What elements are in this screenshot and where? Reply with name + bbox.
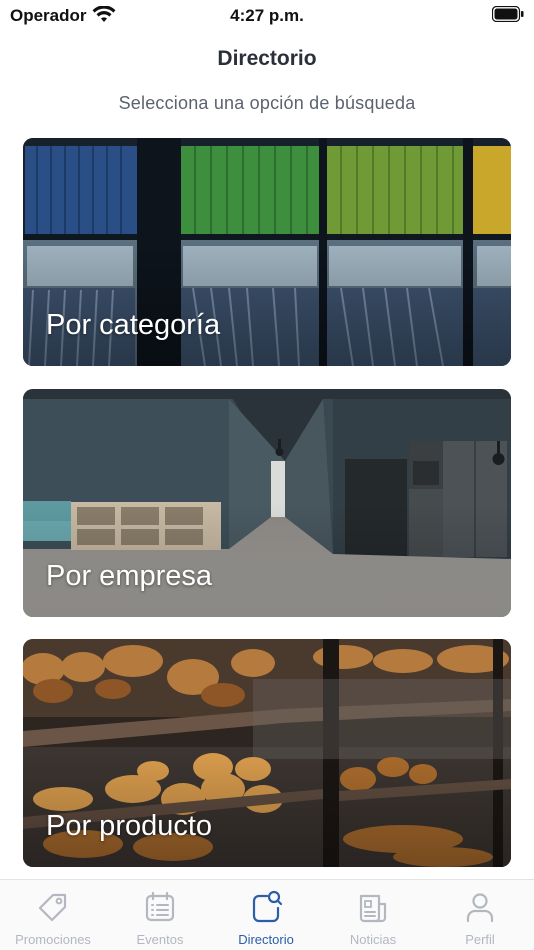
option-card-company[interactable]: Por empresa [23,389,511,617]
option-label-product: Por producto [46,810,213,842]
status-time: 4:27 p.m. [230,6,304,25]
tab-label-promociones: Promociones [15,932,91,947]
directory-search-icon [252,890,283,923]
page-subtitle: Selecciona una opción de búsqueda [118,93,416,113]
profile-icon [466,893,494,923]
page-title: Directorio [217,47,317,70]
option-label-company: Por empresa [46,560,213,592]
battery-icon [492,6,524,22]
tab-promociones[interactable]: Promociones [0,880,106,950]
tab-eventos[interactable]: Eventos [107,880,213,950]
status-bar: Operador 4:27 p.m. [0,0,534,30]
option-card-category[interactable]: Por categoría [23,138,511,366]
tab-label-noticias: Noticias [349,932,397,947]
tab-perfil[interactable]: Perfil [427,880,533,950]
bottom-tab-bar: Promociones Eventos Directorio Noticias … [0,879,534,950]
tab-noticias[interactable]: Noticias [320,880,426,950]
tab-label-directorio: Directorio [238,932,294,947]
tag-icon [38,893,67,922]
news-icon [359,894,387,923]
option-label-category: Por categoría [46,309,221,341]
calendar-list-icon [145,891,175,922]
tab-label-eventos: Eventos [136,932,184,947]
option-card-product[interactable]: Por producto [23,639,511,867]
tab-label-perfil: Perfil [465,932,495,947]
tab-directorio[interactable]: Directorio [213,880,319,950]
